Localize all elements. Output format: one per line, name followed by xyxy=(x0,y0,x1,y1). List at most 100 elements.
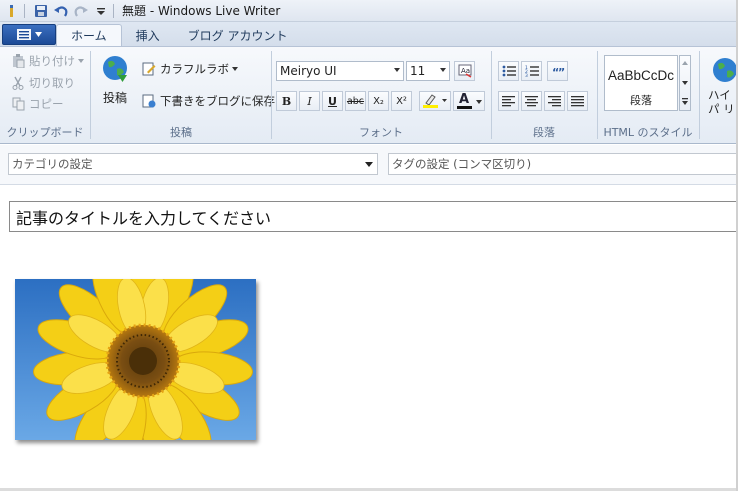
redo-icon[interactable] xyxy=(73,3,89,19)
menu-icon xyxy=(16,29,31,40)
align-left-button[interactable] xyxy=(498,91,519,111)
publish-group: 投稿 カラフルラボ 下書きをブログに保存 投稿 xyxy=(91,47,275,143)
chevron-down-icon xyxy=(440,68,446,72)
chevron-down-icon xyxy=(476,100,482,104)
application-menu-button[interactable] xyxy=(2,24,56,45)
title-bar: 無題 - Windows Live Writer xyxy=(0,0,738,22)
clipboard-group: 貼り付け 切り取り コピー クリップボード xyxy=(0,47,90,143)
chevron-down-icon xyxy=(365,162,373,167)
align-left-icon xyxy=(502,95,515,106)
post-title-input[interactable]: 記事のタイトルを入力してください xyxy=(9,201,738,232)
ribbon: 貼り付け 切り取り コピー クリップボード 投稿 カラフルラボ 下書きをブログに… xyxy=(0,46,738,144)
font-size-value: 11 xyxy=(410,64,426,78)
style-gallery-scroll[interactable] xyxy=(679,55,691,111)
group-separator xyxy=(699,51,700,139)
title-separator xyxy=(113,3,114,18)
quick-access-separator xyxy=(24,3,25,18)
sunflower-illustration xyxy=(15,279,256,440)
save-draft-label: 下書きをブログに保存 xyxy=(160,94,275,108)
underline-button[interactable]: U xyxy=(322,91,343,111)
category-placeholder: カテゴリの設定 xyxy=(12,157,93,171)
copy-label: コピー xyxy=(29,97,64,111)
save-draft-button[interactable]: 下書きをブログに保存 xyxy=(141,93,275,109)
superscript-button[interactable]: X² xyxy=(391,91,412,111)
customize-quick-access-icon[interactable] xyxy=(93,3,109,19)
publish-button-label: 投稿 xyxy=(102,91,127,105)
cut-label: 切り取り xyxy=(29,76,75,90)
window-title: 無題 - Windows Live Writer xyxy=(122,4,281,18)
app-icon xyxy=(4,3,20,19)
cut-button[interactable]: 切り取り xyxy=(10,75,75,91)
tags-placeholder: タグの設定 (コンマ区切り) xyxy=(392,157,532,171)
svg-text:Aa: Aa xyxy=(461,67,470,75)
style-sample-text: AaBbCcDc xyxy=(608,68,675,83)
publish-group-label: 投稿 xyxy=(170,126,192,139)
clear-formatting-button[interactable]: Aa xyxy=(454,61,475,81)
tags-input[interactable]: タグの設定 (コンマ区切り) xyxy=(388,153,738,175)
font-size-select[interactable]: 11 xyxy=(406,61,450,81)
post-title-placeholder: 記事のタイトルを入力してください xyxy=(16,208,272,228)
tab-blog-account[interactable]: ブログ アカウント xyxy=(174,24,302,46)
paste-button[interactable]: 貼り付け xyxy=(10,53,84,69)
numbered-list-icon: 123 xyxy=(525,65,539,77)
save-icon[interactable] xyxy=(33,3,49,19)
gallery-scroll-arrows-icon xyxy=(682,61,688,105)
align-center-icon xyxy=(525,95,538,106)
colorful-lab-label: カラフルラボ xyxy=(160,62,229,76)
highlight-button[interactable] xyxy=(419,91,451,111)
html-style-gallery-item[interactable]: AaBbCcDc 段落 xyxy=(604,55,678,111)
copy-button[interactable]: コピー xyxy=(10,96,64,112)
clipboard-group-label: クリップボード xyxy=(6,126,84,139)
svg-text:3: 3 xyxy=(525,73,528,77)
font-color-bar xyxy=(457,106,472,109)
quote-icon: “” xyxy=(552,66,565,76)
style-name: 段落 xyxy=(630,94,652,107)
strikethrough-button[interactable]: abc xyxy=(345,91,366,111)
edit-page-icon xyxy=(141,61,157,77)
font-family-value: Meiryo UI xyxy=(280,64,337,78)
sunflower-image[interactable] xyxy=(15,279,256,440)
font-family-select[interactable]: Meiryo UI xyxy=(276,61,404,81)
tab-home[interactable]: ホーム xyxy=(56,24,122,46)
copy-icon xyxy=(10,96,26,112)
highlighter-icon xyxy=(423,94,447,108)
align-center-button[interactable] xyxy=(521,91,542,111)
chevron-down-icon xyxy=(34,32,42,37)
tab-insert[interactable]: 挿入 xyxy=(122,24,174,46)
font-color-button[interactable]: A xyxy=(453,91,485,111)
chevron-down-icon xyxy=(232,67,238,71)
blockquote-button[interactable]: “” xyxy=(547,61,568,81)
font-color-glyph: A xyxy=(459,92,470,107)
post-properties-bar: カテゴリの設定 タグの設定 (コンマ区切り) xyxy=(0,145,738,185)
html-style-group-label: HTML のスタイル xyxy=(603,126,693,139)
bold-button[interactable]: B xyxy=(276,91,297,111)
category-select[interactable]: カテゴリの設定 xyxy=(8,153,378,175)
font-group-label: フォント xyxy=(359,126,403,139)
align-right-button[interactable] xyxy=(544,91,565,111)
publish-button[interactable]: 投稿 xyxy=(97,53,133,109)
subscript-button[interactable]: X₂ xyxy=(368,91,389,111)
justify-button[interactable] xyxy=(567,91,588,111)
svg-text:”: ” xyxy=(558,66,565,76)
italic-button[interactable]: I xyxy=(299,91,320,111)
undo-icon[interactable] xyxy=(53,3,69,19)
ribbon-tab-row: ホーム 挿入 ブログ アカウント xyxy=(0,22,738,46)
bullet-list-icon xyxy=(502,65,516,77)
clear-formatting-icon: Aa xyxy=(458,64,471,78)
align-right-icon xyxy=(548,95,561,106)
justify-icon xyxy=(571,95,584,106)
bullet-list-button[interactable] xyxy=(498,61,519,81)
editor-area[interactable]: 記事のタイトルを入力してください xyxy=(0,186,738,491)
hyperlink-button[interactable]: ハイパ リン xyxy=(704,53,738,113)
hyperlink-globe-icon xyxy=(713,58,737,82)
draft-save-icon xyxy=(141,93,157,109)
paste-label: 貼り付け xyxy=(29,54,75,68)
numbered-list-button[interactable]: 123 xyxy=(521,61,542,81)
publish-globe-icon xyxy=(103,56,127,82)
font-group: Meiryo UI 11 Aa B I U abc X₂ X² A フォント xyxy=(272,47,490,143)
chevron-down-icon xyxy=(394,68,400,72)
paragraph-group: 123 “” 段落 xyxy=(492,47,596,143)
colorful-lab-button[interactable]: カラフルラボ xyxy=(141,61,238,77)
hyperlink-label: ハイパ リン xyxy=(708,88,735,113)
chevron-down-icon xyxy=(78,59,84,63)
